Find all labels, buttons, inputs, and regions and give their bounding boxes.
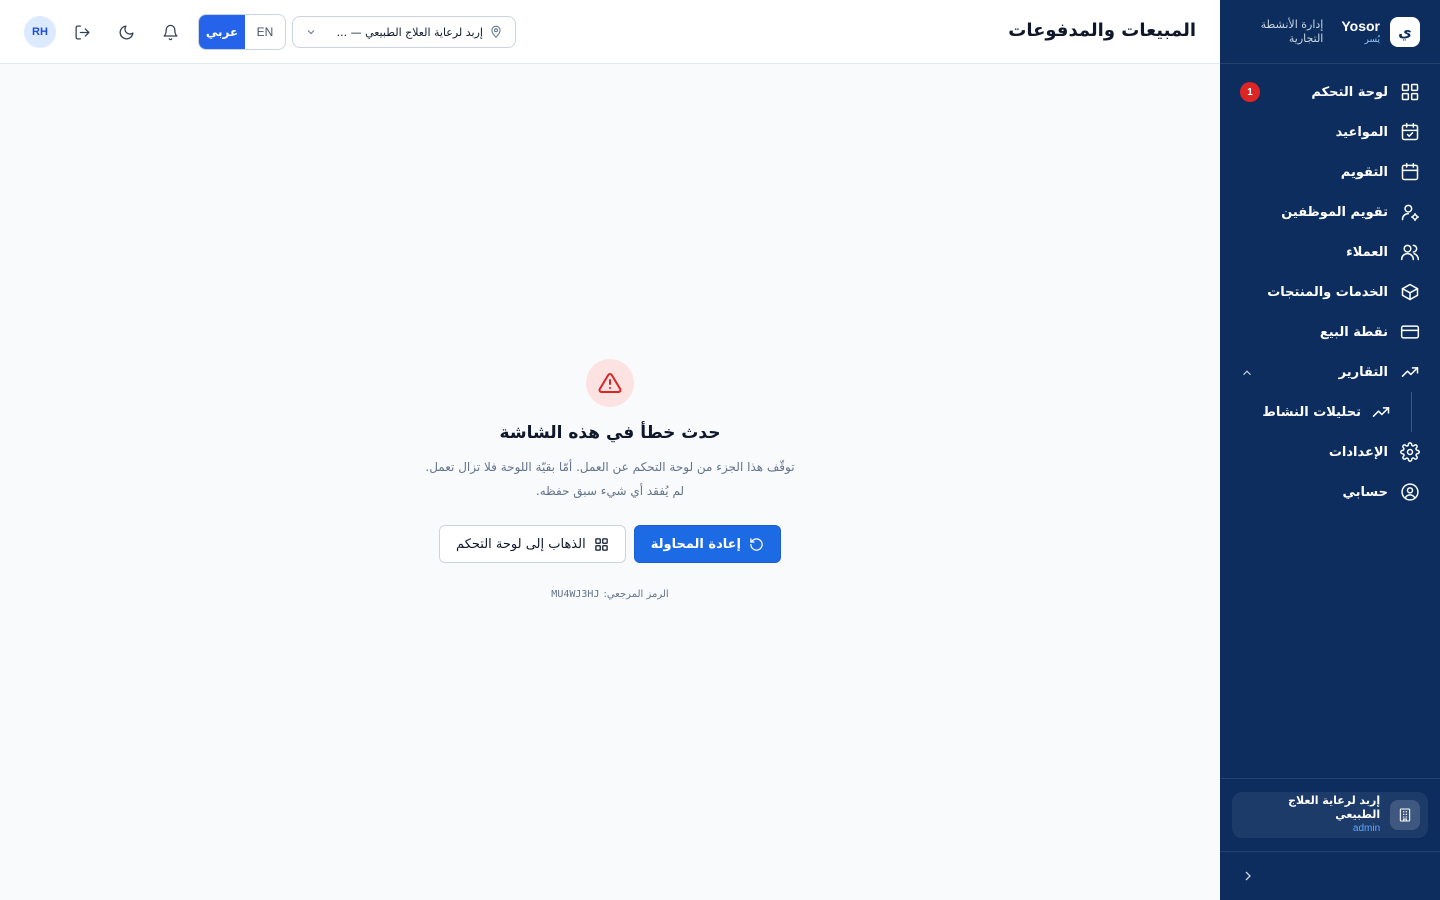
building-icon	[1390, 800, 1420, 830]
logout-icon[interactable]	[66, 16, 98, 48]
bell-icon[interactable]	[154, 16, 186, 48]
user-gear-icon	[1400, 202, 1420, 222]
error-actions: إعادة المحاولة الذهاب إلى لوحة التحكم	[439, 525, 781, 563]
brand-names: Yosor يُسر	[1341, 18, 1380, 46]
sidebar-item-label: حسابي	[1342, 484, 1388, 500]
sidebar-item-label: تقويم الموظفين	[1281, 204, 1388, 220]
reference-code: MU4WJ3HJ	[551, 589, 600, 600]
reference-code-label: الرمز المرجعي:	[603, 589, 669, 600]
avatar[interactable]: RH	[24, 16, 56, 48]
sidebar-divider	[1220, 851, 1440, 852]
branch-select[interactable]: إربد لرعاية العلاج الطبيعي — ...	[292, 16, 516, 48]
trending-up-icon	[1371, 402, 1391, 422]
trending-up-icon	[1400, 362, 1420, 382]
org-role: admin	[1352, 823, 1381, 834]
sidebar-item-dashboard[interactable]: لوحة التحكم 1	[1220, 72, 1440, 112]
brand-tagline-line2: التجارية	[1288, 31, 1324, 45]
page-title: المبيعات والمدفوعات	[1008, 20, 1196, 41]
error-description-line2: لم يُفقد أي شيء سبق حفظه.	[535, 484, 685, 498]
credit-card-icon	[1400, 322, 1420, 342]
language-switch: EN عربي	[198, 14, 286, 50]
retry-button-label: إعادة المحاولة	[650, 536, 741, 552]
org-card[interactable]: إربد لرعاية العلاج الطبيعي admin	[1232, 792, 1428, 838]
sidebar-item-settings[interactable]: الإعدادات	[1220, 432, 1440, 472]
lang-en-button[interactable]: EN	[245, 15, 285, 49]
sidebar-item-appointments[interactable]: المواعيد	[1220, 112, 1440, 152]
moon-icon[interactable]	[110, 16, 142, 48]
top-header: المبيعات والمدفوعات إربد لرعاية العلاج ا…	[0, 0, 1220, 64]
branch-select-value: إربد لرعاية العلاج الطبيعي — ...	[336, 25, 483, 39]
brand-tagline: إدارة الأنشطة التجارية	[1261, 18, 1324, 46]
sidebar-subitem-label: تحليلات النشاط	[1262, 404, 1361, 420]
error-panel: حدث خطأ في هذه الشاشة توقّف هذا الجزء من…	[0, 359, 1220, 600]
brand: ي Yosor يُسر إدارة الأنشطة التجارية	[1220, 0, 1440, 64]
reports-submenu: تحليلات النشاط	[1220, 392, 1412, 432]
reference-code-line: الرمز المرجعي: MU4WJ3HJ	[551, 589, 668, 600]
header-controls: إربد لرعاية العلاج الطبيعي — ... EN عربي…	[24, 14, 516, 50]
error-description-line1: توقّف هذا الجزء من لوحة التحكم عن العمل.…	[425, 460, 795, 474]
sidebar-nav: لوحة التحكم 1 المواعيد التقويم تقويم الم…	[1220, 64, 1440, 512]
brand-name-en: Yosor	[1341, 17, 1380, 34]
refresh-icon	[750, 537, 763, 551]
org-name: إربد لرعاية العلاج الطبيعي	[1288, 794, 1381, 821]
brand-logo[interactable]: ي	[1390, 16, 1420, 47]
sidebar-subitem-activity-analytics[interactable]: تحليلات النشاط	[1220, 392, 1411, 432]
sidebar-item-label: التقارير	[1338, 364, 1388, 380]
sidebar-item-services-products[interactable]: الخدمات والمنتجات	[1220, 272, 1440, 312]
sidebar-item-label: التقويم	[1340, 164, 1388, 180]
notification-badge: 1	[1240, 82, 1260, 102]
dashboard-grid-icon	[1400, 82, 1420, 102]
chevron-up-icon[interactable]	[1240, 365, 1254, 379]
brand-tagline-line1: إدارة الأنشطة	[1260, 17, 1324, 31]
user-circle-icon	[1400, 482, 1420, 502]
org-info: إربد لرعاية العلاج الطبيعي admin	[1240, 794, 1380, 836]
brand-name-ar: يُسر	[1364, 34, 1381, 45]
go-to-dashboard-label: الذهاب إلى لوحة التحكم	[456, 536, 586, 552]
calendar-check-icon	[1400, 122, 1420, 142]
sidebar-item-customers[interactable]: العملاء	[1220, 232, 1440, 272]
lang-ar-button[interactable]: عربي	[199, 15, 245, 49]
users-icon	[1400, 242, 1420, 262]
gear-icon	[1400, 442, 1420, 462]
error-title: حدث خطأ في هذه الشاشة	[499, 423, 721, 443]
sidebar-divider	[1220, 778, 1440, 779]
sidebar-item-staff-calendar[interactable]: تقويم الموظفين	[1220, 192, 1440, 232]
chevron-down-icon	[305, 23, 317, 42]
sidebar-item-reports[interactable]: التقارير	[1220, 352, 1440, 392]
retry-button[interactable]: إعادة المحاولة	[633, 525, 781, 563]
sidebar-item-label: الخدمات والمنتجات	[1267, 284, 1388, 300]
sidebar-item-calendar[interactable]: التقويم	[1220, 152, 1440, 192]
calendar-icon	[1400, 162, 1420, 182]
sidebar-item-pos[interactable]: نقطة البيع	[1220, 312, 1440, 352]
sidebar-item-my-account[interactable]: حسابي	[1220, 472, 1440, 512]
box-icon	[1400, 282, 1420, 302]
sidebar-item-label: نقطة البيع	[1319, 324, 1388, 340]
sidebar: ي Yosor يُسر إدارة الأنشطة التجارية لوحة…	[1220, 0, 1440, 900]
dashboard-grid-icon	[594, 537, 608, 551]
warning-icon	[586, 359, 634, 407]
sidebar-item-label: المواعيد	[1335, 124, 1388, 140]
chevron-right-icon[interactable]	[1240, 868, 1256, 884]
sidebar-item-label: الإعدادات	[1328, 444, 1388, 460]
map-pin-icon	[489, 25, 503, 39]
main-content: حدث خطأ في هذه الشاشة توقّف هذا الجزء من…	[0, 64, 1220, 900]
error-description: توقّف هذا الجزء من لوحة التحكم عن العمل.…	[410, 455, 810, 503]
go-to-dashboard-button[interactable]: الذهاب إلى لوحة التحكم	[439, 525, 626, 563]
sidebar-item-label: العملاء	[1346, 244, 1388, 260]
